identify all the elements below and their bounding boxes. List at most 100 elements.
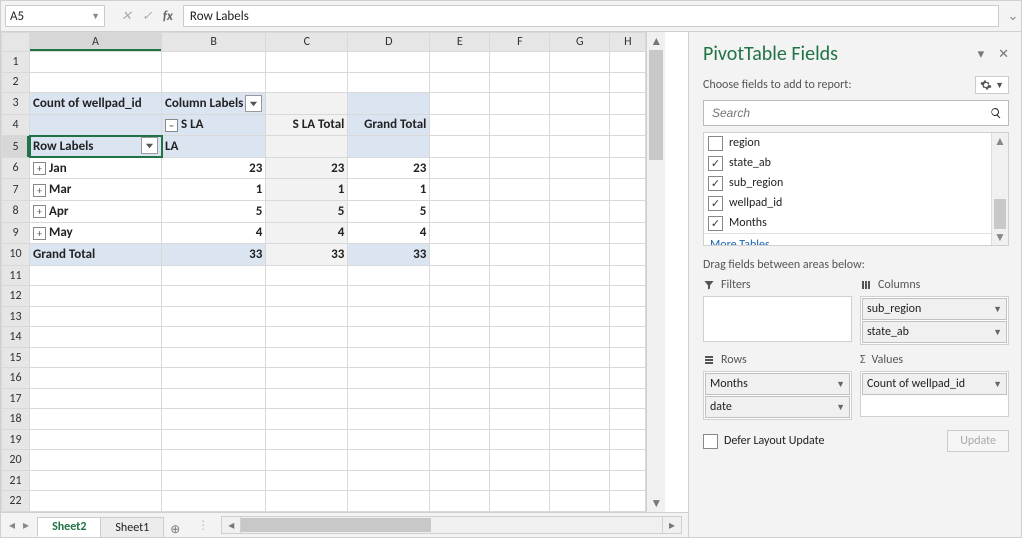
col-header-D[interactable]: D [348,33,430,52]
checkbox[interactable] [708,216,723,231]
row-header[interactable]: 21 [2,470,30,491]
values-dropzone[interactable]: Count of wellpad_id▼ [860,371,1009,417]
field-search[interactable] [703,100,1009,126]
filters-dropzone[interactable] [703,296,852,342]
pivot-grand-total-col[interactable]: Grand Total [348,114,430,136]
row-header[interactable]: 12 [2,286,30,307]
area-pill[interactable]: date▼ [705,396,850,418]
pivot-row-labels[interactable]: Row Labels [30,136,162,158]
pivot-col-la[interactable]: LA [162,136,266,158]
dropdown-icon[interactable] [245,95,262,112]
scroll-right-icon[interactable]: ▸ [662,516,682,534]
row-header[interactable]: 10 [2,244,30,266]
row-header[interactable]: 1 [2,52,30,73]
checkbox[interactable] [703,434,718,449]
spreadsheet-grid[interactable]: A B C D E F G H 1 2 3 [1,32,646,512]
row-header[interactable]: 22 [2,491,30,512]
confirm-icon[interactable]: ✓ [142,9,153,24]
col-header-F[interactable]: F [490,33,550,52]
pivot-title[interactable]: Count of wellpad_id [30,93,162,115]
scrollbar-thumb[interactable] [241,518,431,532]
vertical-scrollbar[interactable]: ▲ ▼ [646,32,665,512]
sheet-tab[interactable]: Sheet1 [100,517,164,537]
field-item[interactable]: wellpad_id [704,193,1008,213]
expand-icon[interactable]: + [33,162,46,175]
tab-nav-first-icon[interactable]: ◂ [9,518,15,533]
name-box[interactable]: A5 ▼ [5,5,105,27]
scrollbar-thumb[interactable] [649,50,663,160]
col-header-E[interactable]: E [430,33,490,52]
checkbox[interactable] [708,156,723,171]
col-header-B[interactable]: B [162,33,266,52]
columns-dropzone[interactable]: sub_region▼ state_ab▼ [860,296,1009,345]
area-pill[interactable]: Count of wellpad_id▼ [862,373,1007,395]
col-header-G[interactable]: G [550,33,610,52]
fieldlist-scrollbar[interactable]: ▲▼ [991,133,1008,245]
scroll-down-icon[interactable]: ▼ [647,494,665,512]
scroll-up-icon[interactable]: ▲ [647,32,665,50]
expand-icon[interactable]: + [33,184,46,197]
collapse-icon[interactable]: − [165,119,178,132]
row-header[interactable]: 13 [2,306,30,327]
pivot-column-labels[interactable]: Column Labels [162,93,266,115]
expand-icon[interactable]: + [33,205,46,218]
row-header[interactable]: 9 [2,222,30,244]
row-header[interactable]: 11 [2,265,30,286]
row-header[interactable]: 5 [2,136,30,158]
pane-menu-icon[interactable]: ▾ [978,47,985,62]
fx-icon[interactable]: fx [163,9,173,24]
pivot-grand-total-row[interactable]: Grand Total [30,244,162,266]
row-header[interactable]: 2 [2,72,30,93]
area-pill[interactable]: sub_region▼ [862,298,1007,320]
field-item[interactable]: region [704,133,1008,153]
field-item[interactable]: Months [704,213,1008,233]
row-header[interactable]: 16 [2,368,30,389]
expand-icon[interactable]: + [33,227,46,240]
tab-nav-last-icon[interactable]: ▸ [23,518,29,533]
row-header[interactable]: 6 [2,157,30,179]
close-pane-icon[interactable]: ✕ [998,47,1009,62]
search-input[interactable] [710,105,990,121]
dropdown-icon[interactable] [141,137,158,154]
pivot-row[interactable]: +Jan [30,157,162,179]
add-sheet-button[interactable]: ⊕ [163,522,187,537]
field-item[interactable]: state_ab [704,153,1008,173]
formula-input[interactable]: Row Labels [183,5,999,27]
row-header[interactable]: 7 [2,179,30,201]
cancel-icon[interactable]: ✕ [121,9,132,24]
row-header[interactable]: 14 [2,327,30,348]
col-header-H[interactable]: H [610,33,646,52]
row-header[interactable]: 19 [2,429,30,450]
pivot-row[interactable]: +Mar [30,179,162,201]
col-header-A[interactable]: A [30,33,162,52]
row-header[interactable]: 4 [2,114,30,136]
row-header[interactable]: 15 [2,347,30,368]
layout-options-button[interactable]: ▼ [975,76,1009,94]
row-header[interactable]: 20 [2,450,30,471]
field-item[interactable]: sub_region [704,173,1008,193]
row-header[interactable]: 18 [2,409,30,430]
sheet-tab-active[interactable]: Sheet2 [37,517,101,537]
area-pill[interactable]: state_ab▼ [862,321,1007,343]
defer-update-checkbox[interactable]: Defer Layout Update [703,434,825,449]
update-button[interactable]: Update [947,430,1009,452]
pivot-col-sla[interactable]: −S LA [162,114,266,136]
expand-formula-icon[interactable]: ⌄ [1005,9,1021,24]
more-tables-link[interactable]: More Tables... [704,233,1008,245]
pivot-row[interactable]: +May [30,222,162,244]
row-header[interactable]: 17 [2,388,30,409]
area-pill[interactable]: Months▼ [705,373,850,395]
rows-dropzone[interactable]: Months▼ date▼ [703,371,852,420]
select-all-corner[interactable] [2,33,30,52]
pivot-col-total[interactable]: S LA Total [266,114,348,136]
checkbox[interactable] [708,136,723,151]
col-header-C[interactable]: C [266,33,348,52]
row-header[interactable]: 8 [2,201,30,223]
horizontal-scrollbar[interactable]: ◂ ▸ [221,516,682,534]
row-header[interactable]: 3 [2,93,30,115]
checkbox[interactable] [708,176,723,191]
chevron-down-icon[interactable]: ▼ [91,11,100,22]
pivot-row[interactable]: +Apr [30,201,162,223]
checkbox[interactable] [708,196,723,211]
scroll-left-icon[interactable]: ◂ [221,516,241,534]
